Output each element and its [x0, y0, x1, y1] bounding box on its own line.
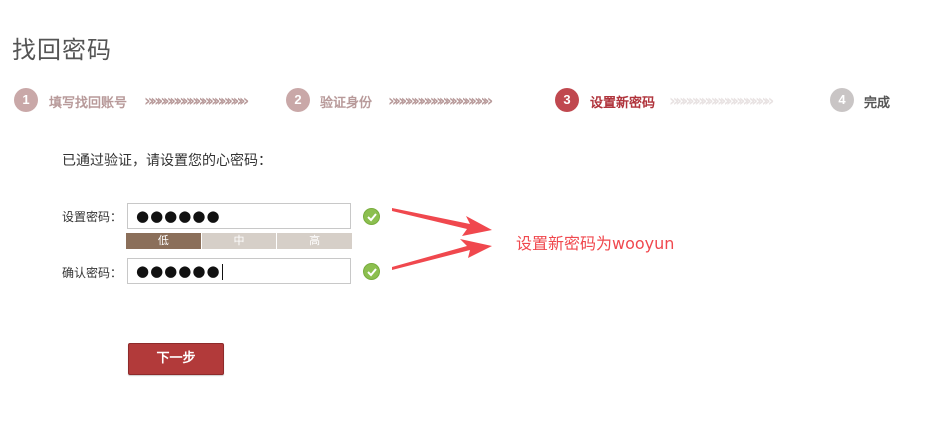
- step-4-label: 完成: [864, 96, 891, 111]
- step-2-arrows: »»»»»»»»»»»»»»»»: [388, 91, 493, 110]
- annotation-text: 设置新密码为wooyun: [516, 234, 675, 253]
- annotation-arrows: [392, 208, 492, 270]
- strength-low: 低: [126, 233, 202, 249]
- password-strength-meter: 低 中 高: [126, 233, 353, 249]
- strength-medium: 中: [201, 233, 278, 249]
- annotation-arrow-top: [392, 208, 492, 236]
- step-3-arrows: »»»»»»»»»»»»»»»»: [669, 91, 774, 110]
- confirm-ok-icon: [363, 263, 380, 280]
- step-progress: 1 填写找回账号 »»»»»»»»»»»»»»»» 2 验证身份 »»»»»»»…: [14, 88, 914, 114]
- confirm-password-input[interactable]: ●●●●●●: [127, 258, 351, 284]
- next-step-button[interactable]: 下一步: [128, 343, 224, 375]
- confirm-label: 确认密码：: [62, 266, 123, 280]
- page-title: 找回密码: [12, 36, 112, 64]
- annotation-arrow-bottom: [392, 239, 492, 270]
- verification-prompt: 已通过验证，请设置您的心密码：: [62, 153, 272, 169]
- password-ok-icon: [363, 208, 380, 225]
- confirm-value: ●●●●●●: [136, 262, 221, 280]
- step-1-arrows: »»»»»»»»»»»»»»»»: [144, 91, 249, 110]
- password-label: 设置密码：: [62, 210, 123, 224]
- password-value: ●●●●●●: [136, 207, 221, 225]
- step-2-label: 验证身份: [320, 96, 373, 111]
- password-input[interactable]: ●●●●●●: [127, 203, 351, 229]
- step-3-number: 3: [555, 88, 579, 112]
- step-4-number: 4: [830, 88, 854, 112]
- step-3-label: 设置新密码: [590, 96, 656, 111]
- strength-high: 高: [277, 233, 353, 249]
- text-cursor: [221, 263, 223, 280]
- step-2-number: 2: [286, 88, 310, 112]
- step-1-label: 填写找回账号: [49, 96, 128, 111]
- step-1-number: 1: [14, 88, 38, 112]
